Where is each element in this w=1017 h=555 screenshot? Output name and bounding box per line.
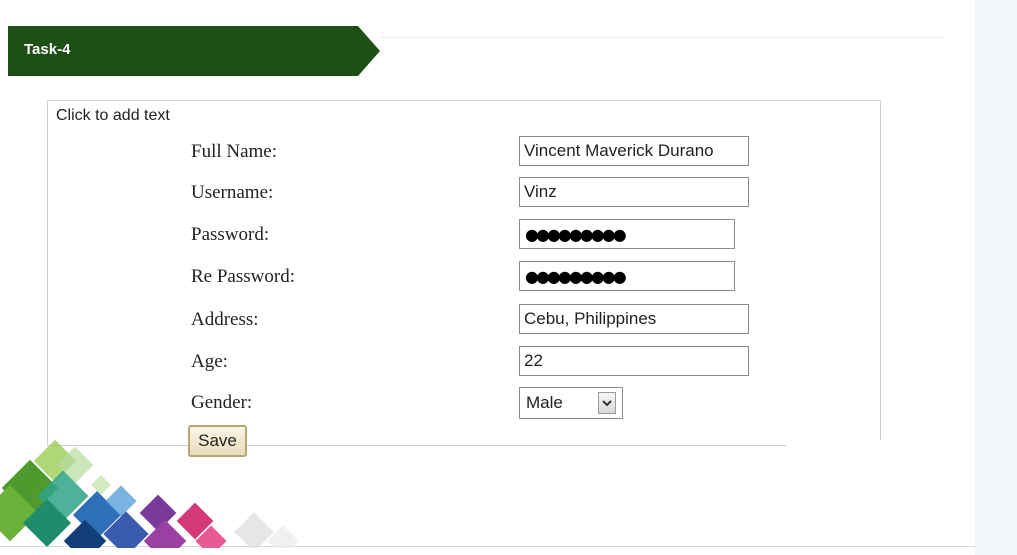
decorative-diamonds bbox=[0, 439, 299, 548]
username-label: Username: bbox=[191, 182, 274, 203]
gender-label: Gender: bbox=[191, 392, 253, 413]
gender-selected-value: Male bbox=[526, 393, 563, 412]
slide-title: Task-4 bbox=[24, 41, 71, 58]
username-input[interactable] bbox=[519, 177, 749, 207]
re-password-mask: ●●●●●●●●● bbox=[525, 266, 627, 286]
panel-border-gap bbox=[786, 440, 881, 446]
password-input[interactable]: ●●●●●●●●● bbox=[519, 219, 735, 249]
age-label: Age: bbox=[191, 351, 228, 372]
gender-select[interactable]: Male bbox=[519, 387, 623, 419]
registration-form-panel: Click to add text Full Name: Username: P… bbox=[47, 100, 881, 457]
address-label: Address: bbox=[191, 309, 259, 330]
text-placeholder[interactable]: Click to add text bbox=[56, 107, 178, 125]
full-name-label: Full Name: bbox=[191, 141, 278, 162]
full-name-input[interactable] bbox=[519, 136, 749, 166]
right-margin-strip bbox=[975, 0, 1017, 555]
chevron-down-icon[interactable] bbox=[598, 392, 616, 414]
password-label: Password: bbox=[191, 224, 270, 245]
age-input[interactable] bbox=[519, 346, 749, 376]
title-banner-arrow: Task-4 bbox=[8, 26, 380, 76]
re-password-input[interactable]: ●●●●●●●●● bbox=[519, 261, 735, 291]
re-password-label: Re Password: bbox=[191, 266, 295, 287]
header-divider bbox=[380, 37, 945, 38]
address-input[interactable] bbox=[519, 304, 749, 334]
password-mask: ●●●●●●●●● bbox=[525, 224, 627, 244]
title-banner: Task-4 bbox=[8, 26, 380, 76]
